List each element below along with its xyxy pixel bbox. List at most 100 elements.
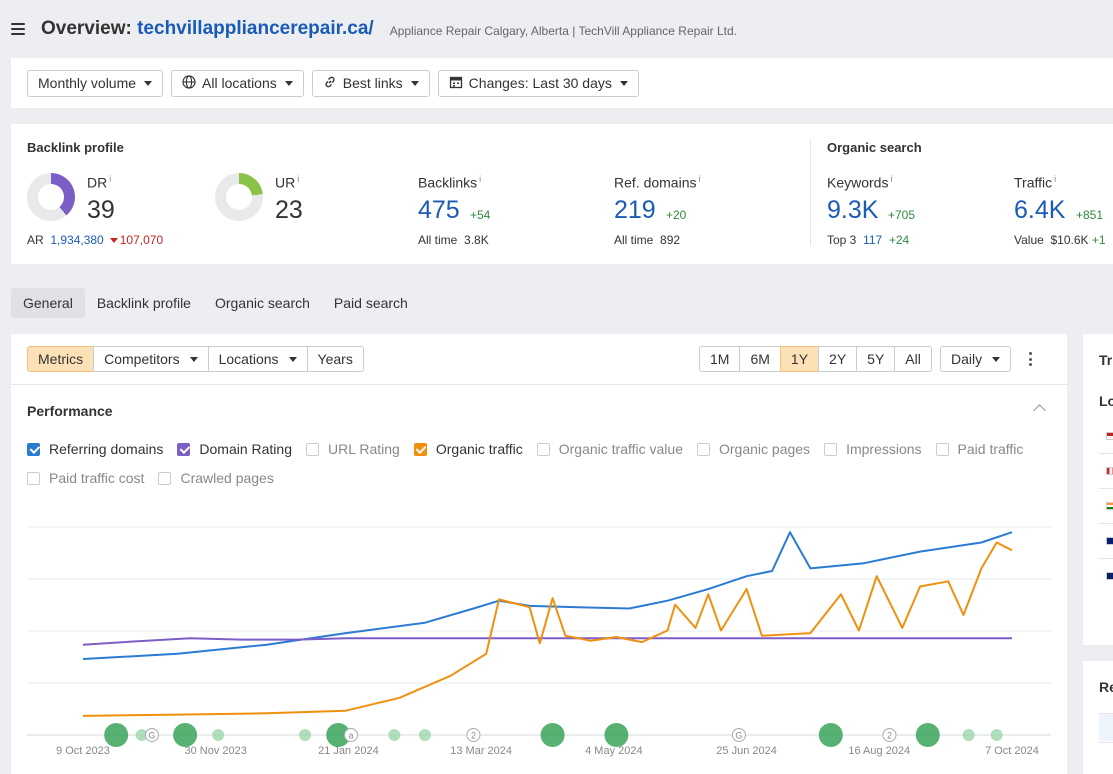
ur-label-text: UR bbox=[275, 174, 296, 191]
more-options-icon[interactable] bbox=[1029, 352, 1033, 366]
checkbox-impressions[interactable]: Impressions bbox=[824, 441, 922, 457]
organic-search-heading: Organic search bbox=[827, 140, 922, 155]
event-marker bbox=[104, 723, 129, 747]
x-tick-label: 13 Mar 2024 bbox=[450, 745, 512, 757]
checkbox-organic-pages[interactable]: Organic pages bbox=[697, 441, 810, 457]
event-marker bbox=[212, 729, 225, 741]
range-6m-button[interactable]: 6M bbox=[739, 346, 781, 372]
chart-toolbar: Metrics Competitors Locations Years bbox=[27, 346, 364, 372]
checkbox-row-2: Paid traffic cost Crawled pages bbox=[27, 469, 1057, 487]
checkbox-label: Paid traffic bbox=[957, 441, 1024, 457]
x-tick-label: 16 Aug 2024 bbox=[848, 745, 910, 757]
uk-flag-icon bbox=[1106, 537, 1113, 545]
ur-info-icon[interactable]: i bbox=[297, 174, 299, 184]
checkbox-paid-traffic-cost[interactable]: Paid traffic cost bbox=[27, 470, 144, 486]
keywords-info-icon[interactable]: i bbox=[890, 174, 892, 184]
keywords-label[interactable]: Keywords i bbox=[827, 174, 892, 191]
ref-domains-label-text: Ref. domains bbox=[614, 174, 697, 191]
x-tick-label: 30 Nov 2023 bbox=[185, 745, 247, 757]
ur-donut-chart bbox=[215, 173, 263, 221]
keywords-value[interactable]: 9.3K bbox=[827, 196, 878, 225]
checkbox-label: URL Rating bbox=[328, 441, 400, 457]
checkbox-url-rating[interactable]: URL Rating bbox=[306, 441, 400, 457]
checkbox-domain-rating[interactable]: Domain Rating bbox=[177, 441, 292, 457]
backlinks-info-icon[interactable]: i bbox=[479, 174, 481, 184]
backlinks-all-time: All time 3.8K bbox=[418, 233, 489, 247]
locations-dropdown[interactable]: All locations bbox=[171, 69, 304, 97]
table-row[interactable] bbox=[1099, 713, 1113, 741]
annotation-marker-label: 2 bbox=[887, 731, 892, 741]
page-title: Overview: techvillappliancerepair.ca/ bbox=[41, 18, 374, 40]
range-1y-button[interactable]: 1Y bbox=[779, 346, 820, 372]
locations-chart-label: Locations bbox=[218, 351, 279, 367]
decrease-arrow-icon bbox=[109, 237, 118, 243]
x-tick-label: 4 May 2024 bbox=[585, 745, 642, 757]
locations-chart-dropdown[interactable]: Locations bbox=[207, 346, 308, 372]
checkbox-referring-domains[interactable]: Referring domains bbox=[27, 441, 163, 457]
backlinks-label-text: Backlinks bbox=[418, 174, 478, 191]
ar-value[interactable]: 1,934,380 bbox=[50, 233, 103, 247]
ar-delta: 107,070 bbox=[119, 233, 164, 247]
traffic-value[interactable]: 6.4K bbox=[1014, 196, 1065, 225]
globe-icon bbox=[182, 75, 196, 91]
performance-heading: Performance bbox=[27, 403, 113, 419]
ref-domains-all-time-label: All time bbox=[614, 233, 654, 247]
checkbox-empty-icon bbox=[824, 442, 838, 456]
traffic-label-text: Traffic bbox=[1014, 174, 1053, 191]
hamburger-menu-icon[interactable] bbox=[11, 23, 25, 35]
tab-general[interactable]: General bbox=[11, 288, 85, 318]
ar-label: AR bbox=[27, 233, 44, 247]
x-tick-label: 25 Jun 2024 bbox=[716, 745, 777, 757]
traffic-delta: +851 bbox=[1076, 208, 1104, 222]
top3-delta: +24 bbox=[888, 233, 910, 247]
ref-domains-info-icon[interactable]: i bbox=[698, 174, 700, 184]
filter-bar: Monthly volume All locations Best links … bbox=[11, 58, 1113, 108]
caret-down-icon bbox=[992, 356, 1001, 362]
best-links-dropdown[interactable]: Best links bbox=[311, 69, 430, 97]
target-domain-link[interactable]: techvillappliancerepair.ca/ bbox=[137, 18, 374, 39]
checkbox-empty-icon bbox=[536, 442, 550, 456]
series-line-organic-traffic bbox=[82, 541, 1013, 717]
checkbox-label: Crawled pages bbox=[180, 470, 274, 486]
changes-period-dropdown[interactable]: Changes: Last 30 days bbox=[437, 69, 639, 97]
ref-domains-label[interactable]: Ref. domains i bbox=[614, 174, 700, 191]
dr-label[interactable]: DR i bbox=[87, 174, 111, 191]
years-button[interactable]: Years bbox=[306, 346, 364, 372]
tab-backlink-profile[interactable]: Backlink profile bbox=[85, 288, 203, 318]
metrics-button[interactable]: Metrics bbox=[27, 346, 95, 372]
traffic-label[interactable]: Traffic i bbox=[1014, 174, 1056, 191]
metric-checkboxes: Referring domains Domain Rating URL Rating… bbox=[27, 440, 1057, 498]
table-row[interactable] bbox=[1099, 742, 1113, 770]
monthly-volume-dropdown[interactable]: Monthly volume bbox=[27, 69, 164, 97]
checkbox-crawled-pages[interactable]: Crawled pages bbox=[158, 470, 274, 486]
range-all-button[interactable]: All bbox=[894, 346, 932, 372]
row-divider bbox=[1099, 453, 1113, 454]
monthly-volume-label: Monthly volume bbox=[38, 75, 137, 91]
caret-down-icon bbox=[189, 356, 198, 362]
range-5y-button[interactable]: 5Y bbox=[856, 346, 896, 372]
x-tick-label: 21 Jan 2024 bbox=[318, 745, 379, 757]
range-2y-button[interactable]: 2Y bbox=[818, 346, 858, 372]
title-prefix: Overview: bbox=[41, 18, 138, 39]
tab-paid-search[interactable]: Paid search bbox=[322, 288, 420, 318]
traffic-info-icon[interactable]: i bbox=[1054, 174, 1056, 184]
toolbar-divider bbox=[11, 384, 1067, 385]
ur-label[interactable]: UR i bbox=[275, 174, 299, 191]
checkbox-organic-traffic[interactable]: Organic traffic bbox=[413, 441, 523, 457]
checkbox-checked-icon bbox=[27, 442, 40, 456]
checkbox-paid-traffic[interactable]: Paid traffic bbox=[935, 441, 1024, 457]
dr-info-icon[interactable]: i bbox=[109, 174, 111, 184]
backlinks-label[interactable]: Backlinks i bbox=[418, 174, 481, 191]
competitors-dropdown[interactable]: Competitors bbox=[93, 346, 209, 372]
checkbox-checked-icon bbox=[177, 442, 191, 456]
chevron-up-icon[interactable] bbox=[1033, 404, 1046, 417]
checkbox-label: Referring domains bbox=[49, 441, 164, 457]
interval-dropdown[interactable]: Daily bbox=[940, 346, 1012, 372]
backlinks-value[interactable]: 475 bbox=[418, 196, 460, 225]
tab-organic-search[interactable]: Organic search bbox=[203, 288, 322, 318]
ref-domains-value[interactable]: 219 bbox=[614, 196, 656, 225]
checkbox-organic-traffic-value[interactable]: Organic traffic value bbox=[536, 441, 683, 457]
top3-value[interactable]: 117 bbox=[863, 233, 882, 247]
range-1m-button[interactable]: 1M bbox=[699, 346, 741, 372]
traffic-value-row: Value $10.6K +1 bbox=[1014, 233, 1106, 247]
